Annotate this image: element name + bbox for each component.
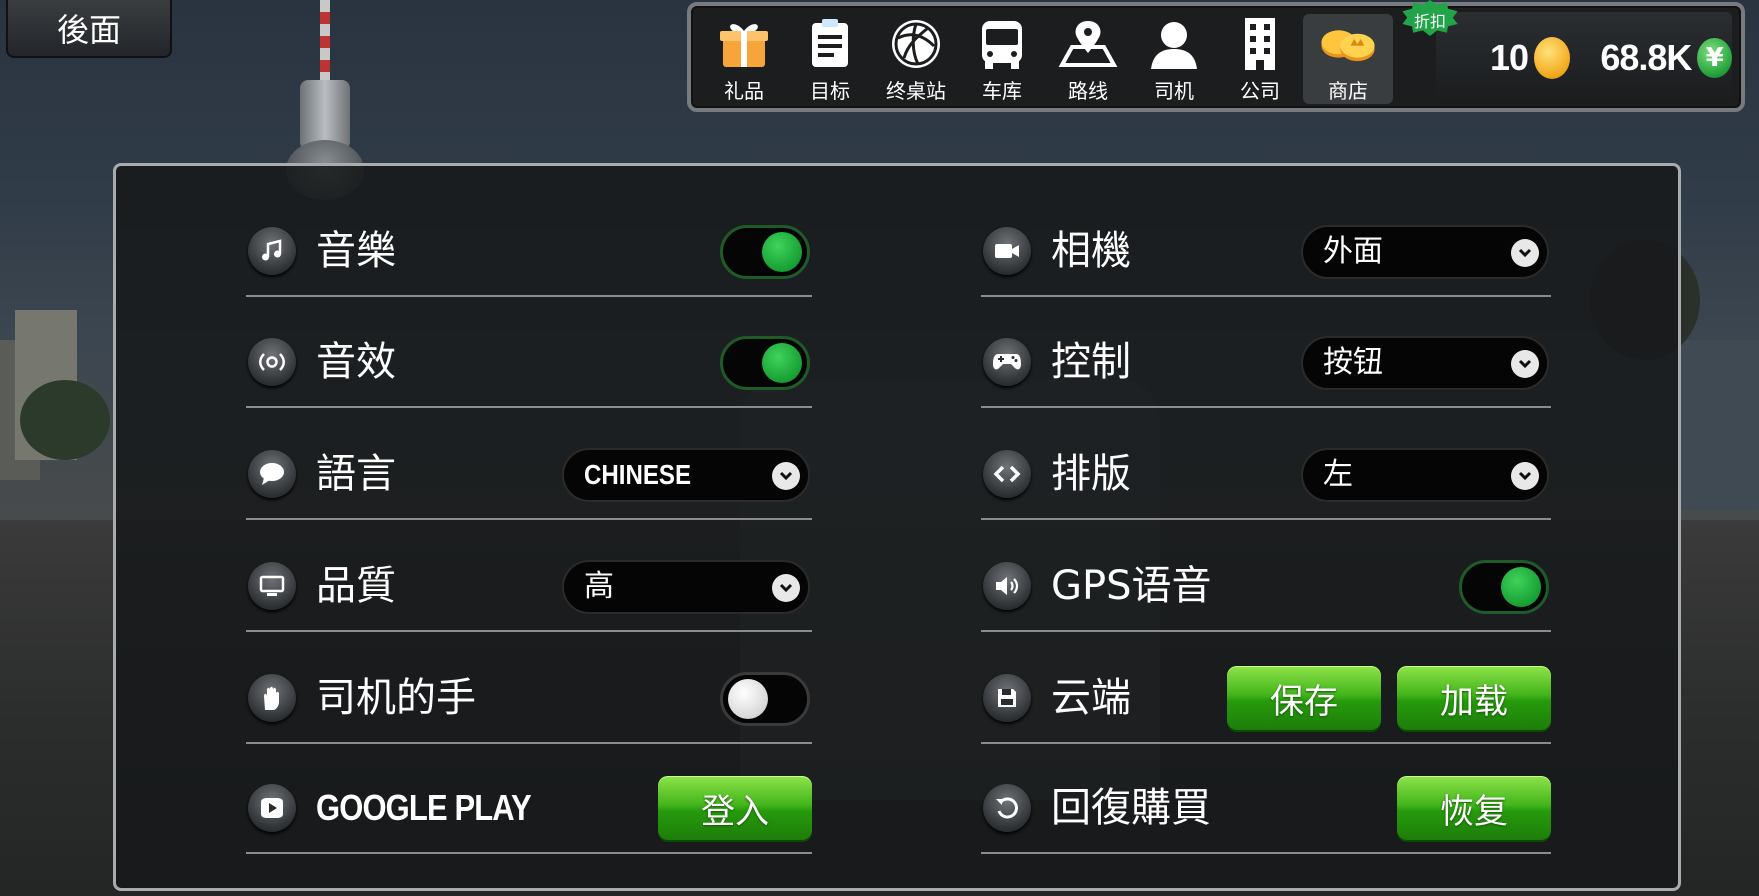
back-button[interactable]: 後面	[6, 0, 172, 58]
nav-label: 司机	[1154, 79, 1194, 103]
chevron-down-icon	[1511, 462, 1539, 490]
chevron-down-icon	[1511, 350, 1539, 378]
nav-objectives[interactable]: 目标	[787, 14, 873, 104]
music-toggle[interactable]	[720, 225, 810, 279]
chevron-down-icon	[772, 574, 800, 602]
driver-icon	[1144, 14, 1204, 73]
coins-icon	[1318, 14, 1378, 73]
quality-dropdown[interactable]: 高	[562, 560, 810, 614]
setting-label: 音效	[316, 339, 396, 385]
setting-quality: 品質 高	[246, 540, 812, 632]
setting-label: 相機	[1051, 228, 1131, 274]
camera-icon	[983, 227, 1031, 275]
wallet: 10 68.8K ¥	[1436, 12, 1732, 104]
sound-effect-icon	[248, 338, 296, 386]
setting-label: 控制	[1051, 339, 1131, 385]
cloud-load-button[interactable]: 加载	[1397, 666, 1551, 730]
sound-effects-toggle[interactable]	[720, 336, 810, 390]
controls-dropdown[interactable]: 按钮	[1301, 336, 1549, 390]
bus-icon	[972, 14, 1032, 73]
nav-gift[interactable]: 礼品	[701, 14, 787, 104]
gamepad-play-icon	[248, 784, 296, 832]
setting-controls: 控制 按钮	[981, 316, 1551, 408]
dropdown-value: CHINESE	[584, 459, 692, 490]
dropdown-value: 按钮	[1323, 345, 1383, 380]
camera-dropdown[interactable]: 外面	[1301, 225, 1549, 279]
gps-voice-toggle[interactable]	[1459, 560, 1549, 614]
nav-label: 公司	[1240, 79, 1280, 103]
nav-label: 终桌站	[886, 79, 946, 103]
top-nav: 礼品 目标 终桌站 车库 路线 司机 公司 商店	[701, 14, 1393, 104]
layout-dropdown[interactable]: 左	[1301, 448, 1549, 502]
nav-label: 路线	[1068, 79, 1108, 103]
speech-bubble-icon	[248, 450, 296, 498]
nav-label: 礼品	[724, 79, 764, 103]
dropdown-value: 左	[1323, 457, 1353, 492]
google-play-login-button[interactable]: 登入	[658, 776, 812, 840]
nav-routes[interactable]: 路线	[1045, 14, 1131, 104]
monitor-icon	[248, 562, 296, 610]
building	[1680, 340, 1759, 510]
gold-coin-icon	[1534, 37, 1571, 79]
music-note-icon	[248, 227, 296, 275]
nav-garage[interactable]: 车库	[959, 14, 1045, 104]
yen-icon: ¥	[1697, 38, 1732, 78]
clipboard-icon	[800, 14, 860, 73]
setting-label: 音樂	[316, 228, 396, 274]
chevron-down-icon	[772, 462, 800, 490]
toggle-knob	[1501, 567, 1541, 607]
setting-label: 語言	[316, 451, 396, 497]
nav-shop[interactable]: 商店	[1303, 14, 1393, 104]
dropdown-value: 外面	[1323, 234, 1383, 269]
restore-icon	[983, 784, 1031, 832]
speaker-icon	[983, 562, 1031, 610]
nav-company[interactable]: 公司	[1217, 14, 1303, 104]
globe-icon	[886, 14, 946, 73]
setting-language: 語言 CHINESE	[246, 428, 812, 520]
gift-icon	[714, 14, 774, 73]
nav-label: 目标	[810, 79, 850, 103]
setting-camera: 相機 外面	[981, 205, 1551, 297]
setting-label: 品質	[316, 563, 396, 609]
setting-label: GPS语音	[1051, 563, 1212, 609]
chevron-down-icon	[1511, 239, 1539, 267]
setting-driver-hands: 司机的手	[246, 652, 812, 744]
nav-driver[interactable]: 司机	[1131, 14, 1217, 104]
setting-label: 回復購買	[1051, 785, 1211, 831]
restore-purchases-button[interactable]: 恢复	[1397, 776, 1551, 840]
language-dropdown[interactable]: CHINESE	[562, 448, 810, 502]
floppy-disk-icon	[983, 674, 1031, 722]
top-bar: 礼品 目标 终桌站 车库 路线 司机 公司 商店 10 68.8K ¥	[687, 2, 1745, 112]
nav-label: 商店	[1328, 79, 1368, 103]
settings-panel: 音樂 音效 語言 CHINESE 品質 高 司机的手 GOOGLE PLAY 登…	[113, 163, 1681, 891]
setting-gps-voice: GPS语音	[981, 540, 1551, 632]
tree	[20, 380, 110, 460]
toggle-knob	[762, 232, 802, 272]
setting-label: GOOGLE PLAY	[316, 787, 532, 828]
map-pin-icon	[1058, 14, 1118, 73]
gamepad-icon	[983, 338, 1031, 386]
setting-layout: 排版 左	[981, 428, 1551, 520]
cloud-save-button[interactable]: 保存	[1227, 666, 1381, 730]
setting-sound-effects: 音效	[246, 316, 812, 408]
money-amount: 68.8K	[1600, 37, 1692, 78]
code-arrows-icon	[983, 450, 1031, 498]
nav-terminal[interactable]: 终桌站	[873, 14, 959, 104]
setting-label: 排版	[1051, 451, 1131, 497]
setting-music: 音樂	[246, 205, 812, 297]
dropdown-value: 高	[584, 569, 614, 604]
setting-cloud: 云端 保存 加载	[981, 652, 1551, 744]
hand-icon	[248, 674, 296, 722]
toggle-knob	[762, 343, 802, 383]
setting-restore-purchases: 回復購買 恢复	[981, 762, 1551, 854]
coin-count: 10	[1490, 37, 1529, 78]
setting-label: 云端	[1051, 675, 1131, 721]
toggle-knob	[728, 679, 768, 719]
setting-google-play: GOOGLE PLAY 登入	[246, 762, 812, 854]
building-icon	[1230, 14, 1290, 73]
nav-label: 车库	[982, 79, 1022, 103]
driver-hands-toggle[interactable]	[720, 672, 810, 726]
setting-label: 司机的手	[316, 675, 476, 721]
